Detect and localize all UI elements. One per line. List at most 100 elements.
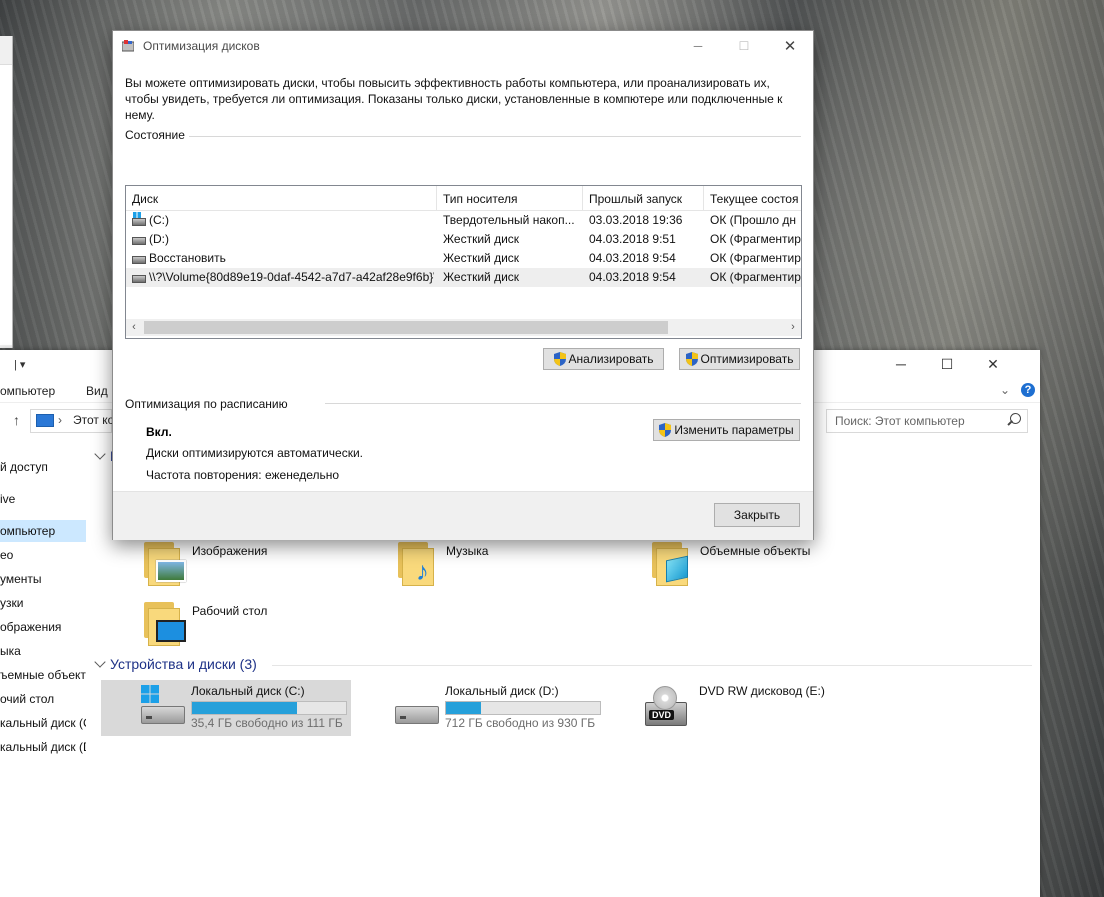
analyze-button[interactable]: Анализировать [543, 348, 664, 370]
defrag-app-icon [122, 40, 134, 52]
search-placeholder: Поиск: Этот компьютер [835, 414, 965, 428]
background-window-left[interactable] [0, 36, 13, 348]
dialog-description: Вы можете оптимизировать диски, чтобы по… [125, 76, 783, 122]
nav-item-drive-c[interactable]: кальный диск (C [0, 712, 86, 734]
drive-c-usage-fill [192, 702, 297, 714]
ribbon-expand-chevron-icon[interactable]: ⌄ [1000, 383, 1010, 397]
column-current-status[interactable]: Текущее состоя [704, 186, 801, 210]
uac-shield-icon [685, 352, 698, 366]
dialog-footer: Закрыть [113, 491, 813, 540]
background-window-pane [0, 64, 12, 345]
drive-c-label: Локальный диск (C:) [191, 684, 305, 698]
schedule-section-label: Оптимизация по расписанию [125, 397, 288, 411]
close-button[interactable]: ✕ [970, 350, 1016, 378]
optimize-drives-dialog[interactable]: Оптимизация дисков ─ ☐ ✕ Вы можете оптим… [112, 30, 814, 540]
tab-view[interactable]: Вид [86, 384, 108, 398]
folder-pictures[interactable]: Изображения [144, 542, 384, 592]
drive-d-icon [395, 706, 439, 724]
drive-d-label: Локальный диск (D:) [445, 684, 559, 698]
table-row[interactable]: (C:) Твердотельный накоп... 03.03.2018 1… [126, 211, 801, 230]
chevron-down-icon[interactable] [94, 448, 106, 460]
this-pc-icon [36, 414, 54, 427]
drive-d-usage-fill [446, 702, 482, 714]
nav-item-this-pc[interactable]: омпьютер [0, 520, 86, 542]
drive-icon [132, 237, 146, 245]
folder-desktop[interactable]: Рабочий стол [144, 602, 384, 652]
dvd-badge: DVD [649, 710, 675, 720]
scroll-left-icon[interactable]: ‹ [126, 319, 142, 336]
uac-shield-icon [553, 352, 566, 366]
column-last-run[interactable]: Прошлый запуск [583, 186, 704, 210]
drive-c-free: 35,4 ГБ свободно из 111 ГБ [191, 716, 343, 730]
chevron-down-icon[interactable] [94, 656, 106, 668]
tab-computer[interactable]: омпьютер [0, 384, 55, 398]
folder-music[interactable]: ♪ Музыка [398, 542, 638, 592]
pictures-folder-icon [144, 542, 186, 586]
nav-item-music[interactable]: ыка [0, 640, 86, 662]
drive-d-free: 712 ГБ свободно из 930 ГБ [445, 716, 596, 730]
search-input[interactable]: Поиск: Этот компьютер [826, 409, 1028, 433]
nav-item-pictures[interactable]: ображения [0, 616, 86, 638]
drive-c-icon [141, 706, 185, 724]
3d-objects-folder-icon [652, 542, 692, 586]
list-header: Диск Тип носителя Прошлый запуск Текущее… [126, 186, 801, 211]
drive-d-usage-bar [445, 701, 601, 715]
folder-3d-objects[interactable]: Объемные объекты [652, 542, 892, 592]
dialog-body: Вы можете оптимизировать диски, чтобы по… [113, 61, 813, 491]
column-media-type[interactable]: Тип носителя [437, 186, 583, 210]
help-icon[interactable]: ? [1021, 383, 1035, 397]
dvd-drive-tile[interactable]: DVD DVD RW дисковод (E:) [609, 680, 859, 736]
drives-list[interactable]: Диск Тип носителя Прошлый запуск Текущее… [125, 185, 802, 339]
up-arrow-icon[interactable]: ↑ [13, 412, 20, 428]
table-row[interactable]: Восстановить Жесткий диск 04.03.2018 9:5… [126, 249, 801, 268]
scrollbar-thumb[interactable] [144, 321, 668, 334]
uac-shield-icon [659, 423, 672, 437]
devices-group-header[interactable]: Устройства и диски (3) [92, 656, 257, 672]
section-divider [325, 403, 801, 404]
drive-d-tile[interactable]: Локальный диск (D:) 712 ГБ свободно из 9… [355, 680, 605, 736]
address-text: Этот ко [73, 413, 115, 427]
desktop-folder-icon [144, 602, 186, 646]
close-button[interactable]: ✕ [767, 31, 813, 61]
group-divider [272, 665, 1032, 666]
section-divider [189, 136, 801, 137]
nav-item-video[interactable]: ео [0, 544, 86, 566]
drive-icon [132, 256, 146, 264]
navigation-pane: й доступ ive омпьютер ео ументы узки обр… [0, 442, 87, 897]
dialog-title: Оптимизация дисков [143, 39, 260, 53]
minimize-button[interactable]: ─ [675, 31, 721, 61]
nav-item-onedrive[interactable]: ive [0, 488, 86, 510]
maximize-button[interactable]: ☐ [721, 31, 767, 61]
status-section-label: Состояние [125, 128, 185, 142]
nav-item-downloads[interactable]: узки [0, 592, 86, 614]
drive-c-tile[interactable]: Локальный диск (C:) 35,4 ГБ свободно из … [101, 680, 351, 736]
search-icon[interactable] [1010, 413, 1021, 424]
nav-item-drive-d[interactable]: кальный диск (D [0, 736, 86, 758]
nav-item-3d-objects[interactable]: ъемные объекты [0, 664, 86, 686]
drive-icon [132, 275, 146, 283]
optimize-button[interactable]: Оптимизировать [679, 348, 800, 370]
nav-item-quick-access[interactable]: й доступ [0, 456, 86, 478]
schedule-state: Вкл. [146, 425, 172, 439]
windows-drive-icon [132, 212, 146, 226]
horizontal-scrollbar[interactable]: ‹ › [126, 319, 801, 336]
address-bar[interactable]: › Этот ко [30, 409, 115, 433]
column-disk[interactable]: Диск [126, 186, 437, 210]
minimize-button[interactable]: ─ [878, 350, 924, 378]
quick-access-toolbar[interactable]: | ▾ [14, 358, 25, 371]
maximize-button[interactable]: ☐ [924, 350, 970, 378]
scroll-right-icon[interactable]: › [785, 319, 801, 336]
schedule-frequency-text: Частота повторения: еженедельно [146, 468, 340, 482]
table-row[interactable]: (D:) Жесткий диск 04.03.2018 9:51 ОК (Фр… [126, 230, 801, 249]
dialog-titlebar[interactable]: Оптимизация дисков ─ ☐ ✕ [113, 31, 813, 61]
nav-item-desktop[interactable]: очий стол [0, 688, 86, 710]
music-folder-icon: ♪ [398, 542, 438, 586]
close-dialog-button[interactable]: Закрыть [714, 503, 800, 527]
windows-logo-icon [141, 685, 159, 703]
disc-icon [653, 686, 677, 710]
table-row[interactable]: \\?\Volume{80d89e19-0daf-4542-a7d7-a42af… [126, 268, 801, 287]
breadcrumb-separator-icon[interactable]: › [58, 413, 62, 427]
change-settings-button[interactable]: Изменить параметры [653, 419, 800, 441]
nav-item-documents[interactable]: ументы [0, 568, 86, 590]
dvd-drive-label: DVD RW дисковод (E:) [699, 684, 825, 698]
